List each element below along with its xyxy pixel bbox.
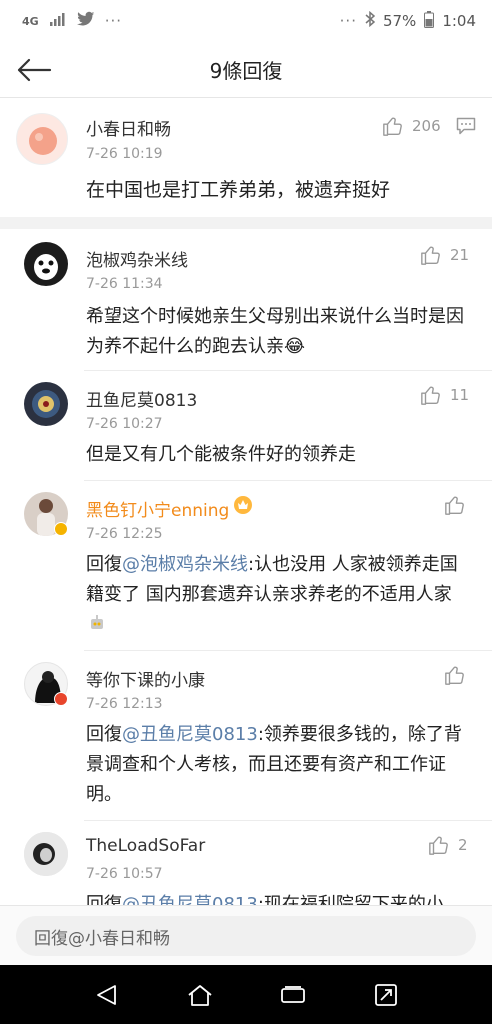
nav-back-button[interactable] xyxy=(87,975,127,1015)
page-title: 9條回復 xyxy=(209,59,283,83)
back-triangle-icon xyxy=(96,984,116,1005)
status-bar: 4G ··· ··· 57% 1:04 xyxy=(0,0,492,42)
reply-time: 7-26 10:27 xyxy=(86,416,163,432)
comment-text: 在中国也是打工养弟弟，被遗弃挺好 xyxy=(86,179,391,201)
reply-input[interactable]: 回復@小春日和畅 xyxy=(16,916,476,956)
thumbs-up-icon xyxy=(445,496,464,515)
bluetooth-icon xyxy=(365,10,376,31)
like-count: 206 xyxy=(412,117,441,135)
status-left: 4G ··· xyxy=(22,11,340,31)
reply-author[interactable]: 丑鱼尼莫0813 xyxy=(86,386,197,411)
system-nav-bar xyxy=(0,965,492,1024)
reply-bar: 回復@小春日和畅 xyxy=(0,905,492,965)
like-button[interactable] xyxy=(444,664,466,686)
reply-text: 回復@丑鱼尼莫0813:领养要很多钱的，除了背景调查和个人考核，而且还要有资产和… xyxy=(86,720,470,810)
mention-link[interactable]: @泡椒鸡杂米线 xyxy=(122,554,248,575)
notification-dots: ··· xyxy=(104,12,122,30)
row-divider xyxy=(84,480,492,481)
nav-recents-button[interactable] xyxy=(273,975,313,1015)
like-count: 21 xyxy=(450,246,470,264)
reply-author[interactable]: TheLoadSoFar xyxy=(86,836,205,856)
twitter-icon xyxy=(76,11,95,31)
reply-text: 希望这个时候她亲生父母别出来说什么当时是因为养不起什么的跑去认亲😂 xyxy=(86,306,464,357)
notification-dots-right: ··· xyxy=(339,12,357,30)
avatar[interactable] xyxy=(16,113,68,165)
mention-link[interactable]: @丑鱼尼莫0813 xyxy=(122,894,258,905)
reply-time: 7-26 12:25 xyxy=(86,526,163,542)
avatar[interactable] xyxy=(24,382,68,426)
reply-author[interactable]: 等你下课的小康 xyxy=(86,666,205,691)
thumbs-up-icon xyxy=(421,246,440,265)
comment-time: 7-26 10:19 xyxy=(86,146,163,162)
like-button[interactable]: 21 xyxy=(420,244,469,266)
thumbs-up-icon xyxy=(429,836,448,855)
avatar[interactable] xyxy=(24,832,68,876)
row-divider xyxy=(84,820,492,821)
home-icon xyxy=(187,984,212,1006)
mention-link[interactable]: @丑鱼尼莫0813 xyxy=(122,724,258,745)
clock: 1:04 xyxy=(442,12,476,30)
reply-time: 7-26 12:13 xyxy=(86,696,163,712)
thumbs-up-icon xyxy=(421,386,440,405)
row-divider xyxy=(84,370,492,371)
reply-text: 但是又有几个能被条件好的领养走 xyxy=(86,444,356,465)
battery-icon xyxy=(424,10,435,32)
verified-badge xyxy=(54,522,68,536)
thumbs-up-icon xyxy=(445,666,464,685)
reply-prefix: 回復 xyxy=(86,724,122,745)
reply-author[interactable]: 泡椒鸡杂米线 xyxy=(86,246,188,271)
signal-icon xyxy=(49,12,67,30)
like-count: 11 xyxy=(450,386,470,404)
reply-text: 回復@泡椒鸡杂米线:认也没用 人家被领养走国籍变了 国内那套遗弃认亲求养老的不适… xyxy=(86,550,470,640)
like-button[interactable] xyxy=(444,494,466,516)
verified-badge xyxy=(54,692,68,706)
nav-home-button[interactable] xyxy=(180,975,220,1015)
main-comment[interactable]: 小春日和畅 7-26 10:19 206 在中国也是打工养弟弟，被遗弃挺好 xyxy=(0,99,492,217)
robot-emoji-icon xyxy=(88,612,106,630)
reply-prefix: 回復 xyxy=(86,554,122,575)
reply-author[interactable]: 黑色钉小宁enning xyxy=(86,496,229,521)
thumbs-up-icon xyxy=(383,117,402,136)
row-divider xyxy=(84,650,492,651)
network-indicator: 4G xyxy=(22,14,39,28)
reply-text: 回復@丑鱼尼莫0813:现在福利院留下来的小 xyxy=(86,890,470,905)
nav-expand-button[interactable] xyxy=(366,975,406,1015)
back-button[interactable] xyxy=(16,52,56,88)
comment-author[interactable]: 小春日和畅 xyxy=(86,115,171,140)
back-arrow-icon xyxy=(17,58,52,82)
like-button[interactable]: 2 xyxy=(428,834,468,856)
reply-time: 7-26 11:34 xyxy=(86,276,163,292)
recents-icon xyxy=(280,985,305,1003)
status-right: ··· 57% 1:04 xyxy=(339,10,476,32)
like-count: 2 xyxy=(458,836,468,854)
expand-icon xyxy=(374,983,397,1006)
reply-prefix: 回復 xyxy=(86,894,122,905)
avatar[interactable] xyxy=(24,242,68,286)
header: 9條回復 xyxy=(0,42,492,98)
like-button[interactable]: 206 xyxy=(382,115,441,137)
member-badge-icon xyxy=(232,494,254,520)
reply-time: 7-26 10:57 xyxy=(86,866,163,882)
battery-level: 57% xyxy=(382,12,417,30)
reply-button[interactable] xyxy=(456,117,476,139)
like-button[interactable]: 11 xyxy=(420,384,469,406)
section-divider xyxy=(0,217,492,229)
reply-body: :现在福利院留下来的小 xyxy=(257,894,444,905)
comment-icon xyxy=(456,117,476,135)
